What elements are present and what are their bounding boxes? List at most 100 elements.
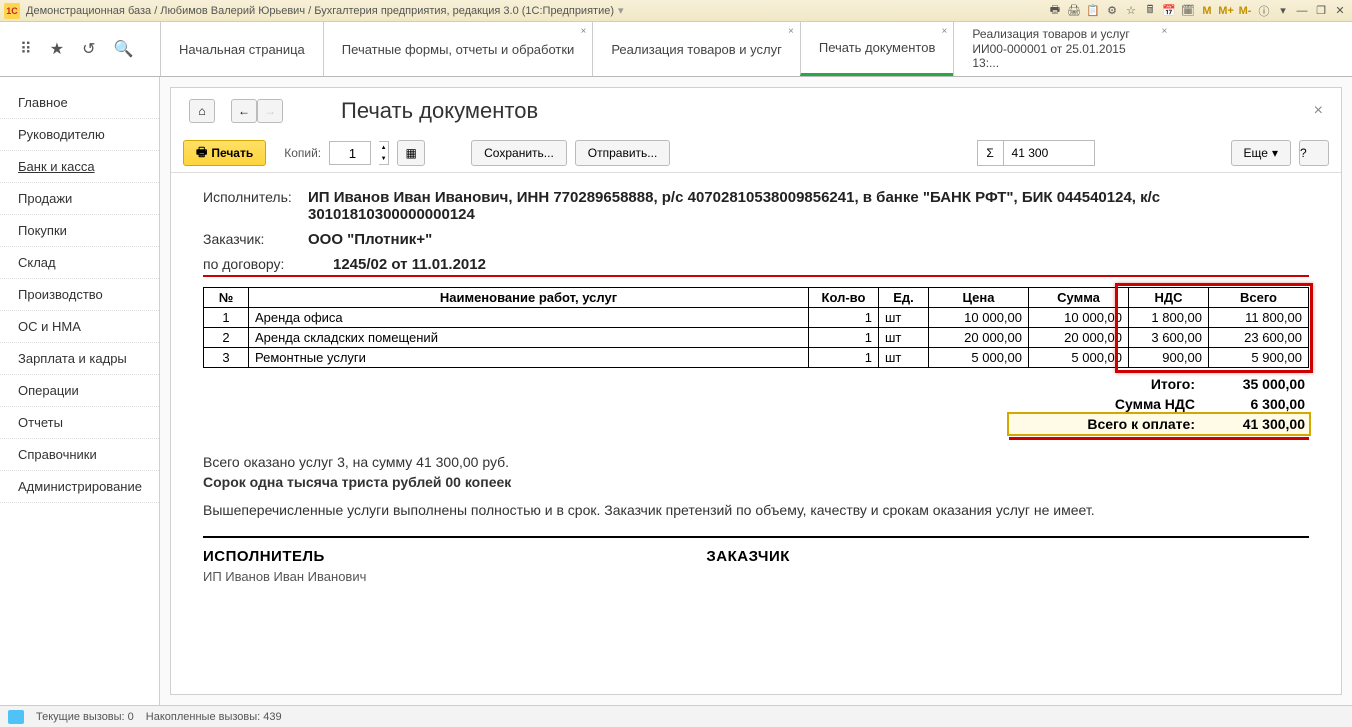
- sidebar-item-purchases[interactable]: Покупки: [0, 215, 159, 247]
- home-button[interactable]: ⌂: [189, 99, 215, 123]
- tab-tools: ⠿ ★ ↺ 🔍: [0, 22, 160, 76]
- sidebar-item-main[interactable]: Главное: [0, 87, 159, 119]
- total-pay: Всего к оплате:41 300,00: [1009, 414, 1309, 434]
- tab-close-icon[interactable]: ×: [580, 26, 586, 37]
- window-titlebar: 1C Демонстрационная база / Любимов Валер…: [0, 0, 1352, 22]
- tab-forms[interactable]: Печатные формы, отчеты и обработки×: [323, 22, 593, 76]
- summary-block: Всего оказано услуг 3, на сумму 41 300,0…: [203, 454, 1309, 518]
- win-icon-0[interactable]: 🖶: [1047, 3, 1063, 19]
- cell-qty: 1: [809, 328, 879, 348]
- customer-value: ООО "Плотник+": [308, 231, 1309, 248]
- save-button[interactable]: Сохранить...: [471, 140, 567, 166]
- status-accumulated-calls: Накопленные вызовы: 439: [146, 711, 282, 723]
- search-icon[interactable]: 🔍: [113, 39, 133, 59]
- summary-line-3: Вышеперечисленные услуги выполнены полно…: [203, 502, 1309, 518]
- sidebar-item-operations[interactable]: Операции: [0, 375, 159, 407]
- help-button[interactable]: ?: [1299, 140, 1329, 166]
- col-vat: НДС: [1129, 288, 1209, 308]
- cell-n: 1: [204, 308, 249, 328]
- win-icon-6[interactable]: 📅: [1161, 3, 1177, 19]
- col-num: №: [204, 288, 249, 308]
- col-unit: Ед.: [879, 288, 929, 308]
- tab-realization-doc[interactable]: Реализация товаров и услуг ИИ00-000001 о…: [953, 22, 1173, 76]
- cell-sum: 20 000,00: [1029, 328, 1129, 348]
- win-icon-3[interactable]: ⚙: [1104, 3, 1120, 19]
- pay-value: 41 300,00: [1195, 416, 1305, 432]
- template-icon-button[interactable]: ▦: [397, 140, 425, 166]
- apps-icon[interactable]: ⠿: [20, 39, 32, 59]
- favorite-icon[interactable]: ★: [50, 39, 64, 59]
- table-header-row: № Наименование работ, услуг Кол-во Ед. Ц…: [204, 288, 1309, 308]
- sidebar-item-warehouse[interactable]: Склад: [0, 247, 159, 279]
- tab-print-docs[interactable]: Печать документов ×: [800, 22, 954, 76]
- tab-close-icon[interactable]: ×: [942, 26, 948, 37]
- status-bar: Текущие вызовы: 0 Накопленные вызовы: 43…: [0, 705, 1352, 727]
- tab-label: Печать документов: [819, 40, 936, 55]
- tab-close-icon[interactable]: ×: [788, 26, 794, 37]
- win-icon-m[interactable]: M: [1199, 3, 1215, 19]
- cell-unit: шт: [879, 348, 929, 368]
- history-icon[interactable]: ↺: [82, 39, 95, 59]
- cell-n: 3: [204, 348, 249, 368]
- print-button[interactable]: 🖶Печать: [183, 140, 266, 166]
- win-icon-mminus[interactable]: M-: [1237, 3, 1253, 19]
- forward-button[interactable]: →: [257, 99, 283, 123]
- win-icon-infodrop[interactable]: ▾: [1275, 3, 1291, 19]
- win-icon-info[interactable]: ⓘ: [1256, 3, 1272, 19]
- copies-label: Копий:: [284, 146, 321, 160]
- cell-vat: 3 600,00: [1129, 328, 1209, 348]
- more-button[interactable]: Еще ▾: [1231, 140, 1291, 166]
- app-logo-icon: 1C: [4, 3, 20, 19]
- summary-line-1: Всего оказано услуг 3, на сумму 41 300,0…: [203, 454, 1309, 470]
- minimize-icon[interactable]: —: [1294, 3, 1310, 19]
- send-button[interactable]: Отправить...: [575, 140, 671, 166]
- sidebar-item-production[interactable]: Производство: [0, 279, 159, 311]
- maximize-icon[interactable]: ❐: [1313, 3, 1329, 19]
- step-down-icon[interactable]: ▼: [379, 153, 388, 164]
- back-button[interactable]: ←: [231, 99, 257, 123]
- win-icon-5[interactable]: 🖩: [1142, 3, 1158, 19]
- sidebar-item-salary[interactable]: Зарплата и кадры: [0, 343, 159, 375]
- sidebar-item-assets[interactable]: ОС и НМА: [0, 311, 159, 343]
- sidebar-item-sales[interactable]: Продажи: [0, 183, 159, 215]
- tab-close-icon[interactable]: ×: [1162, 26, 1168, 38]
- content-panel: ⌂ ← → Печать документов × 🖶Печать Копий:…: [170, 87, 1342, 695]
- executor-label: Исполнитель:: [203, 189, 308, 223]
- sidebar-item-reports[interactable]: Отчеты: [0, 407, 159, 439]
- contract-value: 1245/02 от 11.01.2012: [333, 256, 1309, 273]
- win-icon-1[interactable]: 🖨: [1066, 3, 1082, 19]
- close-icon[interactable]: ✕: [1332, 3, 1348, 19]
- win-icon-2[interactable]: 📋: [1085, 3, 1101, 19]
- tab-realization[interactable]: Реализация товаров и услуг×: [592, 22, 800, 76]
- win-icon-7[interactable]: 🗓: [1180, 3, 1196, 19]
- sum-value: 41 300: [1004, 146, 1094, 160]
- win-icon-mplus[interactable]: M+: [1218, 3, 1234, 19]
- sidebar-item-manager[interactable]: Руководителю: [0, 119, 159, 151]
- sidebar-item-catalogs[interactable]: Справочники: [0, 439, 159, 471]
- printer-icon: 🖶: [196, 143, 207, 164]
- more-label: Еще: [1244, 146, 1268, 160]
- cell-qty: 1: [809, 348, 879, 368]
- customer-title: ЗАКАЗЧИК: [706, 548, 790, 565]
- status-current-calls: Текущие вызовы: 0: [36, 711, 134, 723]
- copies-stepper[interactable]: ▲▼: [379, 141, 389, 165]
- dropdown-icon[interactable]: ▾: [618, 4, 624, 17]
- cell-vat: 900,00: [1129, 348, 1209, 368]
- table-row: 2 Аренда складских помещений 1 шт 20 000…: [204, 328, 1309, 348]
- sidebar-item-admin[interactable]: Администрирование: [0, 471, 159, 503]
- executor-value: ИП Иванов Иван Иванович, ИНН 77028965888…: [308, 189, 1309, 223]
- step-up-icon[interactable]: ▲: [379, 142, 388, 153]
- sigma-icon: Σ: [978, 141, 1004, 165]
- sum-display: Σ 41 300: [977, 140, 1095, 166]
- win-icon-4[interactable]: ☆: [1123, 3, 1139, 19]
- cell-unit: шт: [879, 308, 929, 328]
- contract-label: по договору:: [203, 256, 333, 273]
- executor-title: ИСПОЛНИТЕЛЬ: [203, 548, 366, 565]
- signature-row: ИСПОЛНИТЕЛЬ ИП Иванов Иван Иванович ЗАКА…: [203, 548, 1309, 584]
- sidebar-item-bank[interactable]: Банк и касса: [0, 151, 159, 183]
- total-vat: Сумма НДС6 300,00: [1009, 394, 1309, 414]
- tab-start[interactable]: Начальная страница: [160, 22, 323, 76]
- customer-label: Заказчик:: [203, 231, 308, 248]
- panel-close-icon[interactable]: ×: [1314, 102, 1323, 120]
- copies-input[interactable]: [329, 141, 371, 165]
